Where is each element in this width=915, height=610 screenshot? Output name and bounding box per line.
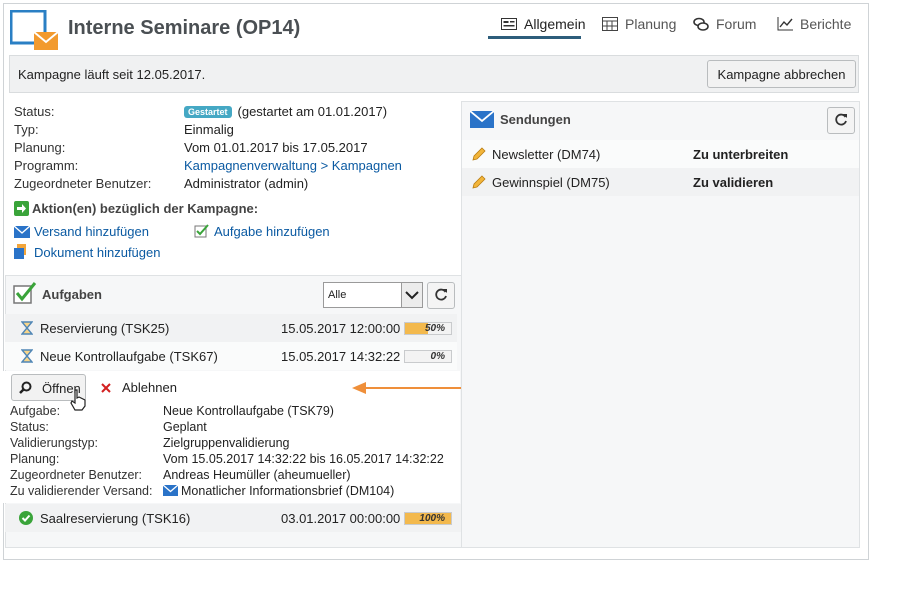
status-label: Status: [14,104,55,119]
tab-berichte[interactable]: Berichte [777,16,851,40]
reject-task-button[interactable]: Ablehnen [101,380,177,396]
task-name: Saalreservierung (TSK16) [40,511,191,526]
hourglass-icon [20,349,34,366]
detail-planning-value: Vom 15.05.2017 14:32:22 bis 16.05.2017 1… [163,452,444,466]
delivery-row[interactable]: Gewinnspiel (DM75) Zu validieren [462,168,859,196]
task-progress-bar: 0% [404,350,452,363]
tab-label: Forum [716,16,757,32]
task-filter-select[interactable]: Alle [323,282,423,308]
add-delivery-label: Versand hinzufügen [34,224,149,239]
user-value: Administrator (admin) [184,176,309,191]
tab-label: Planung [625,16,677,32]
chart-icon [777,17,793,31]
forum-icon [693,17,709,31]
detail-validation-value: Zielgruppenvalidierung [163,436,290,450]
delivery-status: Zu unterbreiten [693,147,789,162]
chevron-down-icon [401,283,422,307]
page-title: Interne Seminare (OP14) [68,17,301,39]
detail-task-value: Neue Kontrollaufgabe (TSK79) [163,404,334,418]
add-document-link[interactable]: Dokument hinzufügen [14,244,160,262]
actions-title: Aktion(en) bezüglich der Kampagne: [32,201,259,216]
progress-label: 100% [419,513,445,524]
add-task-link[interactable]: Aufgabe hinzufügen [194,224,330,241]
delivery-row[interactable]: Newsletter (DM74) Zu unterbreiten [462,140,859,168]
hourglass-icon [20,321,34,338]
deliveries-header: Sendungen [469,110,571,131]
banner-text: Kampagne läuft seit 12.05.2017. [18,67,206,82]
tab-label: Allgemein [524,16,586,32]
refresh-icon [834,112,848,129]
detail-user-value: Andreas Heumüller (aheumueller) [163,468,351,482]
detail-planning-label: Planung: [10,452,60,466]
pencil-icon [472,147,486,164]
tasks-header: Aufgaben [13,282,102,307]
add-document-label: Dokument hinzufügen [34,245,161,260]
task-check-icon [194,224,210,241]
hand-cursor-icon [70,389,86,414]
envelope-icon [13,225,31,241]
task-row[interactable]: Neue Kontrollaufgabe (TSK67) 15.05.2017 … [5,342,457,370]
deliveries-title: Sendungen [500,112,571,127]
type-label: Typ: [14,122,39,137]
delivery-status: Zu validieren [693,175,774,190]
tab-label: Berichte [800,16,852,32]
status-started-text: (gestartet am 01.01.2017) [237,104,388,119]
detail-delivery-value: Monatlicher Informationsbrief (DM104) [181,484,395,498]
actions-header: Aktion(en) bezüglich der Kampagne: [14,201,258,219]
task-date: 03.01.2017 00:00:00 [281,511,401,526]
detail-validation-label: Validierungstyp: [10,436,99,450]
envelope-icon [162,484,179,499]
detail-delivery-label: Zu validierender Versand: [10,484,153,498]
progress-label: 50% [424,323,445,334]
refresh-icon [434,287,448,304]
planning-value: Vom 01.01.2017 bis 17.05.2017 [184,140,368,155]
detail-status-value: Geplant [163,420,207,434]
detail-delivery-link[interactable]: Monatlicher Informationsbrief (DM104) [162,484,395,499]
magnifier-icon [19,381,32,397]
detail-user-label: Zugeordneter Benutzer: [10,468,143,482]
reject-label: Ablehnen [122,380,177,395]
task-row[interactable]: Reservierung (TSK25) 15.05.2017 12:00:00… [5,314,457,342]
document-icon [14,244,30,262]
task-progress-bar: 50% [404,322,452,335]
add-delivery-link[interactable]: Versand hinzufügen [13,224,149,241]
status-badge: Gestartet [184,106,232,118]
task-progress-bar: 100% [404,512,452,525]
tasks-refresh-button[interactable] [427,282,455,309]
tasks-icon [13,282,37,307]
user-label: Zugeordneter Benutzer: [14,176,152,191]
delivery-name: Newsletter (DM74) [492,147,601,162]
task-row[interactable]: Saalreservierung (TSK16) 03.01.2017 00:0… [5,504,461,532]
action-arrow-icon [14,201,29,219]
tab-allgemein[interactable]: Allgemein [488,16,585,39]
program-label: Programm: [14,158,79,173]
stop-campaign-button[interactable]: Kampagne abbrechen [707,60,856,88]
calendar-icon [602,17,618,31]
detail-status-label: Status: [10,420,49,434]
planning-label: Planung: [14,140,66,155]
delivery-name: Gewinnspiel (DM75) [492,175,610,190]
task-filter-value: Alle [328,289,347,301]
pencil-icon [472,175,486,192]
progress-label: 0% [430,351,445,362]
tasks-title: Aufgaben [42,287,102,302]
envelope-icon [469,110,495,131]
check-icon [19,511,33,528]
task-name: Reservierung (TSK25) [40,321,170,336]
campaign-logo-icon [9,9,59,52]
detail-task-label: Aufgabe: [10,404,61,418]
add-task-label: Aufgabe hinzufügen [214,224,330,239]
tab-forum[interactable]: Forum [693,16,756,40]
general-icon [501,17,517,31]
task-name: Neue Kontrollaufgabe (TSK67) [40,349,218,364]
task-date: 15.05.2017 12:00:00 [281,321,401,336]
close-icon [101,381,111,396]
deliveries-refresh-button[interactable] [827,107,855,134]
program-link[interactable]: Kampagnenverwaltung > Kampagnen [184,158,402,173]
tab-planung[interactable]: Planung [602,16,676,40]
type-value: Einmalig [184,122,234,137]
status-value: Gestartet (gestartet am 01.01.2017) [184,104,387,119]
task-date: 15.05.2017 14:32:22 [281,349,401,364]
